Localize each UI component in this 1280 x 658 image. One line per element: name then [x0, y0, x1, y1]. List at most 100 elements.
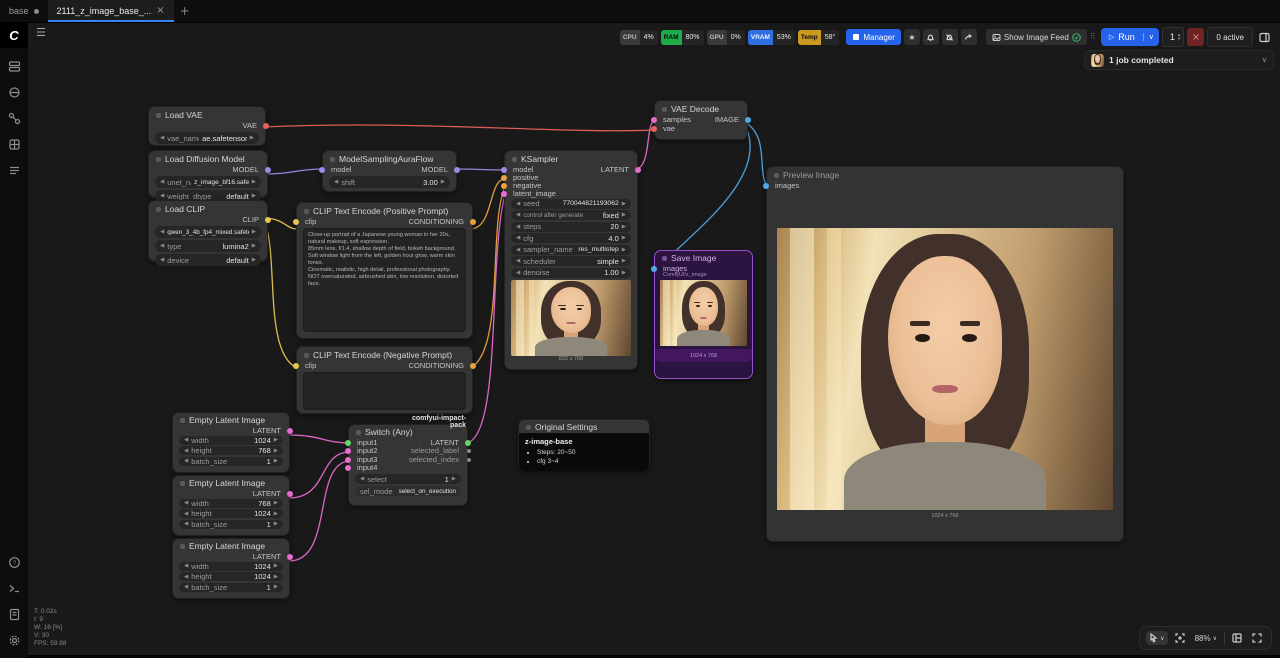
collapse-dot[interactable] [180, 544, 185, 549]
port-latent-out[interactable] [465, 440, 471, 446]
port-latent-out[interactable] [287, 491, 293, 497]
queue-icon[interactable] [6, 162, 22, 178]
share-arrow-icon[interactable] [961, 29, 977, 45]
widget-denoise[interactable]: ◀denoise1.00▶ [511, 268, 631, 278]
positive-prompt-textarea[interactable]: Close-up portrait of a Japanese young wo… [303, 228, 466, 332]
port-latent-out[interactable] [287, 428, 293, 434]
node-load-clip[interactable]: Load CLIP CLIP ◀qwen_3_4b_fp4_mixed.safe… [148, 200, 268, 262]
collapse-dot[interactable] [304, 209, 309, 214]
node-model-sampling-auraflow[interactable]: ModelSamplingAuraFlow model MODEL ◀shift… [322, 150, 457, 192]
port-selected-index-out[interactable] [467, 458, 471, 462]
port-samples-in[interactable] [651, 117, 657, 123]
new-tab-button[interactable]: + [180, 4, 190, 18]
terminal-icon[interactable] [6, 580, 22, 596]
widget-height[interactable]: ◀height1024▶ [179, 509, 283, 518]
widget-scheduler[interactable]: ◀schedulersimple▶ [511, 256, 631, 266]
run-dropdown-chevron-icon[interactable]: ∨ [1143, 33, 1159, 41]
assets-icon[interactable] [6, 84, 22, 100]
panel-toggle-icon[interactable] [1256, 29, 1272, 45]
node-empty-latent-2[interactable]: Empty Latent Image LATENT ◀width768▶ ◀he… [172, 475, 290, 536]
collapse-dot[interactable] [156, 113, 161, 118]
widget-height[interactable]: ◀height1024▶ [179, 572, 283, 581]
port-model-in[interactable] [319, 167, 325, 173]
port-clip-in[interactable] [293, 219, 299, 225]
collapse-dot[interactable] [180, 481, 185, 486]
widget-height[interactable]: ◀height768▶ [179, 446, 283, 455]
logs-icon[interactable] [6, 606, 22, 622]
widget-shift[interactable]: ◀shift3.00▶ [329, 176, 450, 188]
job-status-bar[interactable]: 1 job completed ∨ [1084, 50, 1274, 70]
port-input4[interactable] [345, 465, 351, 471]
port-model-out[interactable] [454, 167, 460, 173]
collapse-dot[interactable] [526, 425, 531, 430]
job-chevron-down-icon[interactable]: ∨ [1262, 56, 1267, 64]
step-down-icon[interactable]: ▾ [1178, 37, 1181, 42]
node-note-original-settings[interactable]: Original Settings z-image-base Steps: 20… [518, 419, 650, 471]
manager-button[interactable]: Manager [846, 29, 901, 45]
widget-clip-name[interactable]: ◀qwen_3_4b_fp4_mixed.safeten...▶ [155, 226, 261, 238]
bell-icon[interactable] [923, 29, 939, 45]
port-input2[interactable] [345, 448, 351, 454]
widget-sampler-name[interactable]: ◀sampler_nameres_multistep▶ [511, 245, 631, 255]
tab-base[interactable]: base [0, 0, 48, 22]
node-load-diffusion-model[interactable]: Load Diffusion Model MODEL ◀unet_na...z_… [148, 150, 268, 198]
nodes-icon[interactable] [6, 110, 22, 126]
widget-width[interactable]: ◀width1024▶ [179, 562, 283, 571]
port-model-in[interactable] [501, 167, 507, 173]
node-empty-latent-3[interactable]: Empty Latent Image LATENT ◀width1024▶ ◀h… [172, 538, 290, 599]
models-icon[interactable] [6, 136, 22, 152]
node-empty-latent-1[interactable]: Empty Latent Image LATENT ◀width1024▶ ◀h… [172, 412, 290, 473]
widget-width[interactable]: ◀width768▶ [179, 499, 283, 508]
bell-off-icon[interactable] [942, 29, 958, 45]
tab-current-workflow[interactable]: 2111_z_image_base_... × [48, 0, 174, 22]
fullscreen-button[interactable] [1249, 631, 1265, 645]
widget-cfg[interactable]: ◀cfg4.0▶ [511, 233, 631, 243]
widget-clip-type[interactable]: ◀typelumina2▶ [155, 240, 261, 252]
widget-seed[interactable]: ◀seed770044821193062▶ [511, 199, 631, 209]
node-ksampler[interactable]: KSampler model LATENT positive negative … [504, 150, 638, 370]
widget-sel-mode[interactable]: sel_modeselect_on_execution [355, 486, 461, 496]
collapse-dot[interactable] [156, 157, 161, 162]
port-images-in[interactable] [763, 183, 769, 189]
preview-image-photo[interactable] [777, 228, 1113, 510]
port-input1[interactable] [345, 440, 351, 446]
node-load-vae[interactable]: Load VAE VAE ◀vae_nameae.safetensors▶ [148, 106, 266, 146]
settings-gear-icon[interactable] [6, 632, 22, 648]
fit-view-button[interactable] [1172, 631, 1188, 645]
node-clip-text-encode-negative[interactable]: CLIP Text Encode (Negative Prompt) clip … [296, 346, 473, 414]
widget-width[interactable]: ◀width1024▶ [179, 436, 283, 445]
collapse-dot[interactable] [330, 157, 335, 162]
port-latent-out[interactable] [287, 554, 293, 560]
zoom-level-button[interactable]: 88% ∨ [1192, 632, 1220, 645]
tab-close-icon[interactable]: × [156, 6, 164, 16]
cancel-run-button[interactable]: × [1187, 28, 1204, 46]
node-switch-any[interactable]: Switch (Any) input1 LATENT input2 select… [348, 424, 468, 506]
port-vae-in[interactable] [651, 126, 657, 132]
comfyui-logo[interactable]: C [0, 22, 28, 48]
widget-batch-size[interactable]: ◀batch_size1▶ [179, 583, 283, 592]
widget-control-after-generate[interactable]: ◀control after generatefixed▶ [511, 210, 631, 220]
port-positive-in[interactable] [501, 175, 507, 181]
port-model-out[interactable] [265, 167, 271, 173]
port-clip-out[interactable] [265, 217, 271, 223]
negative-prompt-textarea[interactable] [303, 372, 466, 410]
batch-count-stepper[interactable]: 1 ▴▾ [1162, 27, 1185, 47]
help-icon[interactable]: ? [6, 554, 22, 570]
pointer-tool-button[interactable]: ∨ [1146, 631, 1167, 645]
widget-select[interactable]: ◀select1▶ [355, 474, 461, 484]
toolbar-drag-handle[interactable]: ⠿ [1090, 35, 1098, 39]
collapse-dot[interactable] [356, 430, 361, 435]
collapse-dot[interactable] [156, 207, 161, 212]
port-clip-in[interactable] [293, 363, 299, 369]
port-image-out[interactable] [745, 117, 751, 123]
show-image-feed-button[interactable]: Show Image Feed [986, 29, 1087, 45]
widget-vae-name[interactable]: ◀vae_nameae.safetensors▶ [155, 132, 259, 144]
node-preview-image[interactable]: Preview Image images 1024 x 768 [766, 166, 1124, 542]
workflows-icon[interactable] [6, 58, 22, 74]
widget-batch-size[interactable]: ◀batch_size1▶ [179, 457, 283, 466]
save-image-filename[interactable]: ComfyUI/z_image [655, 272, 752, 278]
widget-batch-size[interactable]: ◀batch_size1▶ [179, 520, 283, 529]
collapse-dot[interactable] [662, 107, 667, 112]
collapse-dot[interactable] [774, 173, 779, 178]
port-conditioning-out[interactable] [470, 363, 476, 369]
